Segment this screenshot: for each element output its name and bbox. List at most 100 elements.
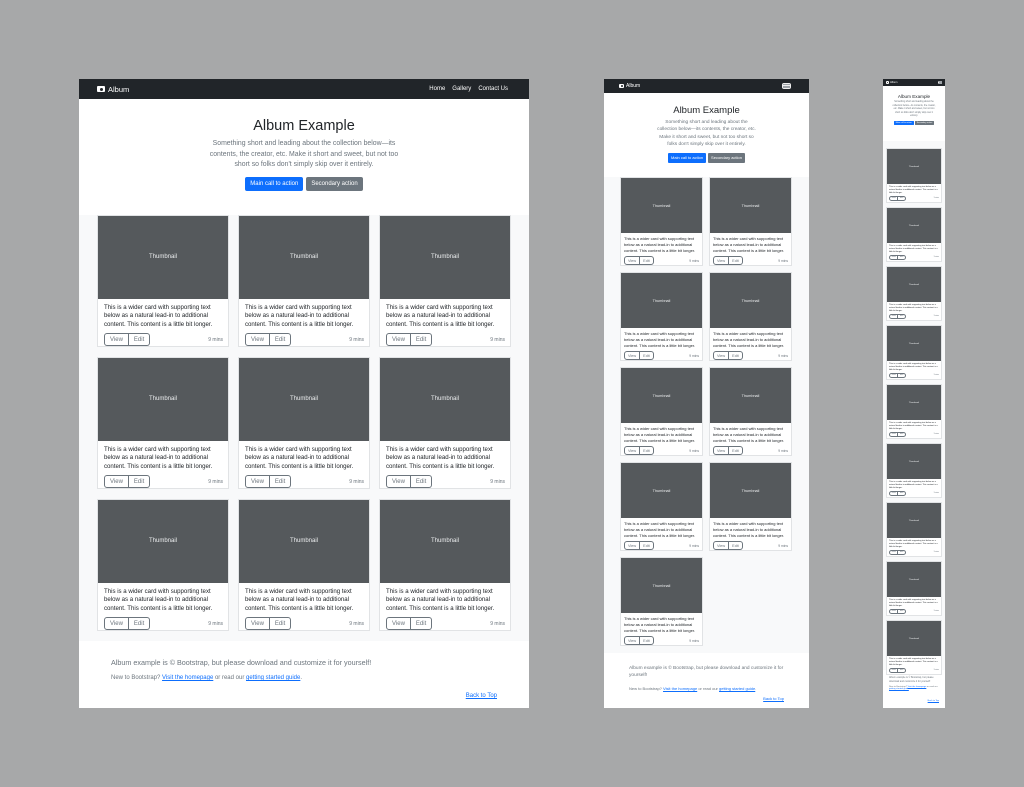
card-text: This is a wider card with supporting tex… <box>386 303 495 329</box>
edit-button[interactable]: Edit <box>898 372 906 379</box>
view-button[interactable]: View <box>889 254 899 261</box>
back-to-top-link[interactable]: Back to Top <box>466 693 497 699</box>
view-button[interactable]: View <box>245 617 270 630</box>
card-button-group: View Edit <box>889 549 906 556</box>
view-button[interactable]: View <box>245 333 270 346</box>
edit-button[interactable]: Edit <box>128 617 151 630</box>
navbar: Album <box>604 79 809 93</box>
edit-button[interactable]: Edit <box>640 351 654 360</box>
getting-started-link[interactable]: getting started guide <box>246 675 300 681</box>
view-button[interactable]: View <box>889 549 899 556</box>
view-button[interactable]: View <box>889 313 899 320</box>
view-button[interactable]: View <box>713 351 730 360</box>
secondary-action-button[interactable]: Secondary action <box>708 152 745 163</box>
thumbnail-label: Thumbnail <box>652 393 671 398</box>
homepage-link[interactable]: Visit the homepage <box>663 686 697 691</box>
album-card: Thumbnail This is a wider card with supp… <box>620 462 703 551</box>
view-button[interactable]: View <box>624 446 641 455</box>
card-time: 9 mins <box>933 433 939 436</box>
card-text: This is a wider card with supporting tex… <box>889 303 938 312</box>
edit-button[interactable]: Edit <box>898 490 906 497</box>
edit-button[interactable]: Edit <box>729 351 743 360</box>
thumbnail-label: Thumbnail <box>289 538 318 545</box>
edit-button[interactable]: Edit <box>729 541 743 550</box>
card-button-group: View Edit <box>889 313 906 320</box>
edit-button[interactable]: Edit <box>269 617 292 630</box>
main-call-to-action-button[interactable]: Main call to action <box>893 120 914 125</box>
thumbnail-label: Thumbnail <box>652 298 671 303</box>
card-text: This is a wider card with supporting tex… <box>713 426 785 443</box>
main-call-to-action-button[interactable]: Main call to action <box>668 152 707 163</box>
view-button[interactable]: View <box>104 617 129 630</box>
view-button[interactable]: View <box>889 372 899 379</box>
view-button[interactable]: View <box>624 541 641 550</box>
nav-link-contact[interactable]: Contact Us <box>478 86 508 92</box>
edit-button[interactable]: Edit <box>269 333 292 346</box>
menu-toggle-icon[interactable] <box>938 81 942 84</box>
edit-button[interactable]: Edit <box>410 333 433 346</box>
edit-button[interactable]: Edit <box>898 195 906 202</box>
edit-button[interactable]: Edit <box>898 431 906 438</box>
getting-started-link[interactable]: getting started guide <box>889 688 909 690</box>
edit-button[interactable]: Edit <box>640 446 654 455</box>
view-button[interactable]: View <box>624 256 641 265</box>
edit-button[interactable]: Edit <box>898 549 906 556</box>
edit-button[interactable]: Edit <box>898 313 906 320</box>
view-button[interactable]: View <box>386 617 411 630</box>
card-text: This is a wider card with supporting tex… <box>889 539 938 548</box>
back-to-top-link[interactable]: Back to Top <box>928 700 939 702</box>
thumbnail-image: Thumbnail <box>887 444 941 479</box>
nav-link-home[interactable]: Home <box>429 86 445 92</box>
navbar-brand[interactable]: Album <box>619 83 640 89</box>
edit-button[interactable]: Edit <box>640 256 654 265</box>
view-button[interactable]: View <box>889 490 899 497</box>
homepage-link[interactable]: Visit the homepage <box>162 675 213 681</box>
view-button[interactable]: View <box>889 431 899 438</box>
edit-button[interactable]: Edit <box>898 608 906 615</box>
secondary-action-button[interactable]: Secondary action <box>914 120 935 125</box>
card-footer: View Edit 9 mins <box>887 254 941 261</box>
menu-toggle-icon[interactable] <box>782 83 791 89</box>
back-to-top-link[interactable]: Back to Top <box>763 696 784 701</box>
edit-button[interactable]: Edit <box>128 333 151 346</box>
card-footer: View Edit 9 mins <box>621 444 702 455</box>
thumbnail-image: Thumbnail <box>887 503 941 538</box>
getting-started-link[interactable]: getting started guide <box>719 686 755 691</box>
navbar-brand[interactable]: Album <box>97 85 129 94</box>
thumbnail-label: Thumbnail <box>741 393 760 398</box>
navbar-brand[interactable]: Album <box>886 81 897 84</box>
view-button[interactable]: View <box>386 475 411 488</box>
view-button[interactable]: View <box>713 256 730 265</box>
view-button[interactable]: View <box>624 636 641 645</box>
card-text: This is a wider card with supporting tex… <box>104 445 213 471</box>
view-button[interactable]: View <box>104 475 129 488</box>
edit-button[interactable]: Edit <box>640 636 654 645</box>
edit-button[interactable]: Edit <box>729 256 743 265</box>
view-button[interactable]: View <box>386 333 411 346</box>
thumbnail-label: Thumbnail <box>430 538 459 545</box>
view-button[interactable]: View <box>889 195 899 202</box>
edit-button[interactable]: Edit <box>640 541 654 550</box>
edit-button[interactable]: Edit <box>410 475 433 488</box>
view-button[interactable]: View <box>713 541 730 550</box>
card-footer: View Edit 9 mins <box>887 195 941 202</box>
edit-button[interactable]: Edit <box>410 617 433 630</box>
view-button[interactable]: View <box>245 475 270 488</box>
view-button[interactable]: View <box>624 351 641 360</box>
secondary-action-button[interactable]: Secondary action <box>306 177 363 192</box>
card-footer: View Edit 9 mins <box>239 330 369 346</box>
homepage-link[interactable]: Visit the homepage <box>908 686 927 688</box>
edit-button[interactable]: Edit <box>269 475 292 488</box>
view-button[interactable]: View <box>713 446 730 455</box>
main-call-to-action-button[interactable]: Main call to action <box>245 177 304 192</box>
edit-button[interactable]: Edit <box>729 446 743 455</box>
edit-button[interactable]: Edit <box>898 254 906 261</box>
edit-button[interactable]: Edit <box>128 475 151 488</box>
album-section: Thumbnail This is a wider card with supp… <box>883 141 945 675</box>
album-card: Thumbnail This is a wider card with supp… <box>238 499 370 631</box>
card-text: This is a wider card with supporting tex… <box>713 521 785 538</box>
footer-text: . <box>755 685 757 691</box>
view-button[interactable]: View <box>889 608 899 615</box>
nav-link-gallery[interactable]: Gallery <box>452 86 471 92</box>
view-button[interactable]: View <box>104 333 129 346</box>
